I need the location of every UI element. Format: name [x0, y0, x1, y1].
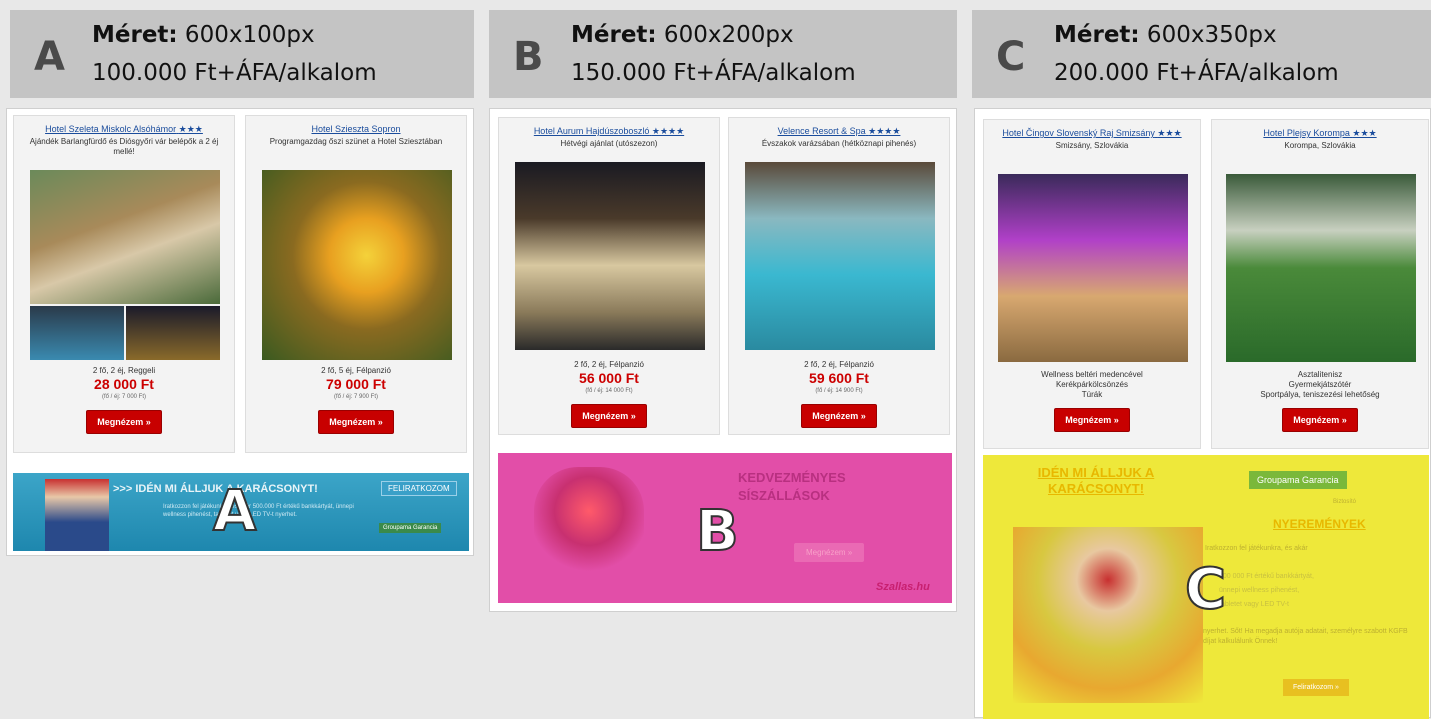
hotel-card: Hotel Plejsy Korompa ★★★ Korompa, Szlová…	[1211, 119, 1429, 449]
hotel-name-link[interactable]: Hotel Aurum Hajdúszoboszló ★★★★	[499, 126, 719, 137]
prizes-title: NYEREMÉNYEK	[1273, 517, 1366, 531]
view-button[interactable]: Megnézem »	[1282, 408, 1358, 432]
hotel-card: Hotel Szieszta Sopron Programgazdag őszi…	[245, 115, 467, 453]
promo-line: 500 000 Ft értékű bankkártyát,	[1219, 573, 1314, 580]
header-c: C Méret: 600x350px 200.000 Ft+ÁFA/alkalo…	[972, 10, 1431, 98]
offer-price: 59 600 Ft	[809, 370, 869, 386]
subscribe-button[interactable]: FELIRATKOZOM	[381, 481, 457, 496]
column-letter: C	[996, 34, 1026, 80]
ad-frame-c: Hotel Čingov Slovenský Raj Smizsány ★★★ …	[974, 108, 1431, 719]
promo-body: nyerhet. Sőt! Ha megadja autója adatait,…	[1203, 628, 1408, 645]
hotel-photo	[515, 162, 705, 350]
ad-frame-b: Hotel Aurum Hajdúszoboszló ★★★★ Hétvégi …	[489, 108, 957, 612]
offer-detail: 2 fő, 2 éj, Félpanzió	[804, 360, 874, 369]
hotel-card: Velence Resort & Spa ★★★★ Évszakok varáz…	[728, 117, 950, 435]
hotel-subtitle: Ajándék Barlangfürdő és Diósgyőri vár be…	[29, 137, 219, 156]
ad-frame-a: Hotel Szeleta Miskolc Alsóhámor ★★★ Aján…	[6, 108, 474, 556]
price-line: 200.000 Ft+ÁFA/alkalom	[1054, 60, 1339, 86]
hotel-amenities: Wellness beltéri medencével Kerékpárkölc…	[1041, 370, 1143, 399]
header-a: A Méret: 600x100px 100.000 Ft+ÁFA/alkalo…	[10, 10, 474, 98]
hotel-subtitle: Programgazdag őszi szünet a Hotel Sziesz…	[269, 137, 443, 146]
hotel-subtitle: Hétvégi ajánlat (utószezon)	[560, 139, 658, 148]
hotel-name-link[interactable]: Hotel Plejsy Korompa ★★★	[1212, 128, 1428, 139]
hotel-photo	[30, 170, 220, 304]
offer-detail: 2 fő, 5 éj, Félpanzió	[321, 366, 391, 375]
view-button[interactable]: Megnézem »	[801, 404, 877, 428]
hotel-photo	[1226, 174, 1416, 362]
hotel-amenities: Asztalitenisz Gyermekjátszótér Sportpály…	[1260, 370, 1380, 399]
hotel-name-link[interactable]: Hotel Čingov Slovenský Raj Smizsány ★★★	[984, 128, 1200, 139]
hotel-name-link[interactable]: Velence Resort & Spa ★★★★	[729, 126, 949, 137]
view-button[interactable]: Megnézem »	[1054, 408, 1130, 432]
hotel-card: Hotel Čingov Slovenský Raj Smizsány ★★★ …	[983, 119, 1201, 449]
promo-line: Iratkozzon fel játékunkra, és akár	[1205, 545, 1308, 552]
price-line: 100.000 Ft+ÁFA/alkalom	[92, 60, 377, 86]
gifts-person-photo	[1013, 527, 1203, 703]
offer-detail: 2 fő, 2 éj, Reggeli	[92, 366, 156, 375]
hotel-card: Hotel Szeleta Miskolc Alsóhámor ★★★ Aján…	[13, 115, 235, 453]
castle-photo	[126, 306, 220, 360]
pool-photo	[745, 162, 935, 350]
view-button[interactable]: Megnézem »	[794, 543, 865, 562]
brand-logo: Szallas.hu	[876, 581, 930, 593]
banner-body: Iratkozzon fel játékunkra, és akár 500.0…	[163, 504, 354, 518]
price-per-night: (fő / éj: 7 000 Ft)	[101, 394, 147, 400]
overlay-letter: A	[212, 478, 257, 545]
promo-line: tabletet vagy LED TV-t	[1219, 601, 1289, 608]
view-button[interactable]: Megnézem »	[86, 410, 162, 434]
header-b: B Méret: 600x200px 150.000 Ft+ÁFA/alkalo…	[489, 10, 957, 98]
skier-photo	[534, 467, 644, 577]
price-per-night: (fő / éj: 14 900 Ft)	[815, 388, 863, 394]
size-line: Méret: 600x350px	[1054, 22, 1277, 48]
overlay-letter: B	[695, 498, 740, 565]
spa-photo	[998, 174, 1188, 362]
hotel-subtitle: Smizsány, Szlovákia	[1055, 141, 1129, 150]
hotel-card: Hotel Aurum Hajdúszoboszló ★★★★ Hétvégi …	[498, 117, 720, 435]
brand-logo: Groupama Garancia	[379, 523, 442, 533]
pool-photo	[30, 306, 124, 360]
offer-detail: 2 fő, 2 éj, Félpanzió	[574, 360, 644, 369]
column-letter: B	[513, 34, 544, 80]
price-per-night: (fő / éj: 14 000 Ft)	[585, 388, 633, 394]
size-line: Méret: 600x200px	[571, 22, 794, 48]
subscribe-button[interactable]: Feliratkozom »	[1283, 679, 1349, 696]
hotel-name-link[interactable]: Hotel Szeleta Miskolc Alsóhámor ★★★	[14, 124, 234, 135]
santa-person-photo	[45, 479, 109, 551]
hotel-name-link[interactable]: Hotel Szieszta Sopron	[246, 124, 466, 135]
column-letter: A	[34, 34, 65, 80]
offer-price: 56 000 Ft	[579, 370, 639, 386]
price-per-night: (fő / éj: 7 900 Ft)	[333, 394, 379, 400]
brand-logo: Groupama Garancia	[1249, 471, 1347, 489]
brand-subtitle: Biztosító	[1333, 499, 1357, 505]
offer-price: 28 000 Ft	[94, 376, 154, 392]
promo-line: ünnepi wellness pihenést,	[1219, 587, 1300, 594]
price-line: 150.000 Ft+ÁFA/alkalom	[571, 60, 856, 86]
hotel-subtitle: Korompa, Szlovákia	[1284, 141, 1356, 150]
overlay-letter: C	[1184, 556, 1227, 623]
size-line: Méret: 600x100px	[92, 22, 315, 48]
view-button[interactable]: Megnézem »	[571, 404, 647, 428]
view-button[interactable]: Megnézem »	[318, 410, 394, 434]
banner-headline: KEDVEZMÉNYES SÍSZÁLLÁSOK	[738, 470, 846, 503]
offer-price: 79 000 Ft	[326, 376, 386, 392]
hotel-photo	[262, 170, 452, 360]
hotel-subtitle: Évszakok varázsában (hétköznapi pihenés)	[761, 139, 917, 148]
banner-headline: IDÉN MI ÁLLJUK A KARÁCSONYT!	[1037, 465, 1155, 496]
